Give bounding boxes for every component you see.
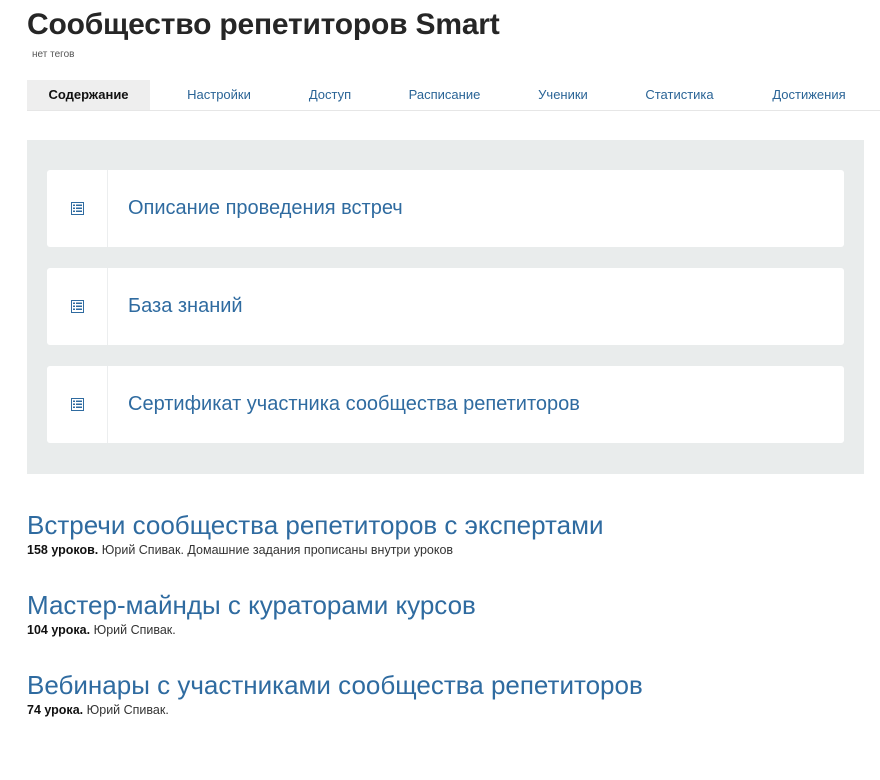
outline-item-label: База знаний — [128, 295, 243, 317]
tab-schedule[interactable]: Расписание — [372, 80, 517, 110]
section-title-link[interactable]: Мастер-майнды с кураторами курсов — [27, 590, 867, 620]
section-title-link[interactable]: Вебинары с участниками сообщества репети… — [27, 670, 867, 700]
section-details: Юрий Спивак. — [93, 623, 176, 637]
lesson-count: 74 урока. — [27, 703, 84, 717]
tab-access[interactable]: Доступ — [288, 80, 372, 110]
outline-item[interactable]: Описание проведения встреч — [47, 170, 844, 247]
tab-bar: Содержание Настройки Доступ Расписание У… — [27, 80, 880, 111]
outline-item[interactable]: База знаний — [47, 268, 844, 345]
outline-panel: Описание проведения встреч База знаний С… — [27, 140, 864, 474]
outline-item-label: Сертификат участника сообщества репетито… — [128, 393, 580, 415]
tab-contents[interactable]: Содержание — [27, 80, 150, 110]
document-list-icon — [70, 398, 84, 411]
section-title-link[interactable]: Встречи сообщества репетиторов с эксперт… — [27, 510, 867, 540]
outline-item-label: Описание проведения встреч — [128, 197, 403, 219]
outline-item[interactable]: Сертификат участника сообщества репетито… — [47, 366, 844, 443]
section-details: Юрий Спивак. Домашние задания прописаны … — [101, 543, 454, 557]
document-list-icon — [70, 202, 84, 215]
page-title: Сообщество репетиторов Smart — [27, 8, 500, 41]
tab-statistics[interactable]: Статистика — [609, 80, 750, 110]
section-details: Юрий Спивак. — [86, 703, 169, 717]
course-section: Мастер-майнды с кураторами курсов 104 ур… — [27, 590, 867, 637]
section-meta: 74 урока. Юрий Спивак. — [27, 703, 867, 717]
tab-students[interactable]: Ученики — [517, 80, 609, 110]
section-meta: 104 урока. Юрий Спивак. — [27, 623, 867, 637]
course-section: Вебинары с участниками сообщества репети… — [27, 670, 867, 717]
tab-achievements[interactable]: Достижения — [750, 80, 868, 110]
tab-settings[interactable]: Настройки — [150, 80, 288, 110]
lesson-count: 158 уроков. — [27, 543, 99, 557]
course-section: Встречи сообщества репетиторов с эксперт… — [27, 510, 867, 557]
document-list-icon — [70, 300, 84, 313]
lesson-count: 104 урока. — [27, 623, 91, 637]
section-meta: 158 уроков. Юрий Спивак. Домашние задани… — [27, 543, 867, 557]
tags-label: нет тегов — [32, 49, 75, 60]
